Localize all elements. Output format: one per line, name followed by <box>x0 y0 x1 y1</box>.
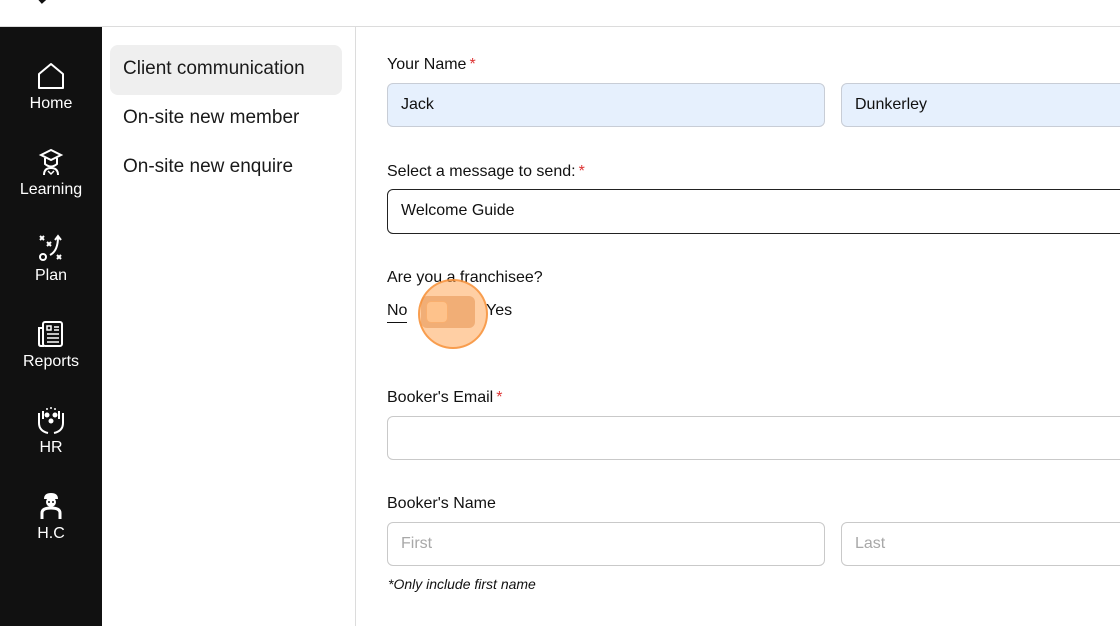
your-name-label: Your Name * <box>387 56 476 74</box>
nav-item-hr[interactable]: HR <box>0 405 102 475</box>
person-icon <box>40 493 62 519</box>
toggle-knob <box>426 301 448 323</box>
logo-text-fragment <box>196 0 220 2</box>
your-first-name-input[interactable]: Jack <box>387 83 825 127</box>
top-bar <box>0 0 1120 27</box>
nav-label-hc: H.C <box>37 525 65 542</box>
your-name-label-text: Your Name <box>387 56 467 73</box>
subnav-item-on-site-new-enquire[interactable]: On-site new enquire <box>110 143 342 193</box>
strategy-icon <box>39 234 62 261</box>
message-select-label: Select a message to send: * <box>387 163 585 181</box>
nav-item-learning[interactable]: Learning <box>0 147 102 217</box>
message-select-label-text: Select a message to send: <box>387 163 576 180</box>
booker-name-label: Booker's Name <box>387 495 496 512</box>
graduate-icon <box>38 148 64 176</box>
booker-email-label: Booker's Email * <box>387 389 502 407</box>
required-mark: * <box>496 389 503 406</box>
nav-label-home: Home <box>29 95 73 112</box>
main-sidebar: Home Learning Plan Reports HR H.C <box>0 27 102 626</box>
booker-email-label-text: Booker's Email <box>387 389 494 406</box>
your-last-name-input[interactable]: Dunkerley <box>841 83 1120 127</box>
nav-label-learning: Learning <box>19 181 83 198</box>
nav-label-plan: Plan <box>34 267 68 284</box>
booker-first-name-input[interactable]: First <box>387 522 825 566</box>
message-select[interactable]: Welcome Guide <box>387 189 1120 234</box>
people-hands-icon <box>38 407 64 434</box>
required-mark: * <box>578 163 585 180</box>
toggle-yes-label[interactable]: Yes <box>486 302 512 320</box>
franchisee-toggle-group: No Yes <box>387 296 587 332</box>
nav-label-hr: HR <box>39 439 63 456</box>
document-icon <box>38 321 63 347</box>
home-icon <box>38 63 64 89</box>
required-mark: * <box>469 56 476 73</box>
communication-form: Your Name * Jack Dunkerley Select a messa… <box>356 27 1120 626</box>
nav-item-plan[interactable]: Plan <box>0 233 102 303</box>
nav-item-home[interactable]: Home <box>0 61 102 131</box>
franchisee-toggle[interactable] <box>421 296 475 328</box>
nav-item-reports[interactable]: Reports <box>0 319 102 389</box>
booker-email-input[interactable] <box>387 416 1120 460</box>
subnav-item-on-site-new-member[interactable]: On-site new member <box>110 94 342 144</box>
booker-last-name-input[interactable]: Last <box>841 522 1120 566</box>
toggle-no-label[interactable]: No <box>387 302 408 323</box>
franchisee-label: Are you a franchisee? <box>387 269 543 286</box>
logo-icon <box>38 0 47 4</box>
subnav-item-client-communication[interactable]: Client communication <box>110 45 342 95</box>
nav-item-hc[interactable]: H.C <box>0 491 102 561</box>
nav-label-reports: Reports <box>22 353 80 370</box>
booker-name-hint: *Only include first name <box>388 576 536 592</box>
secondary-sidebar: Client communication On-site new member … <box>102 27 356 626</box>
